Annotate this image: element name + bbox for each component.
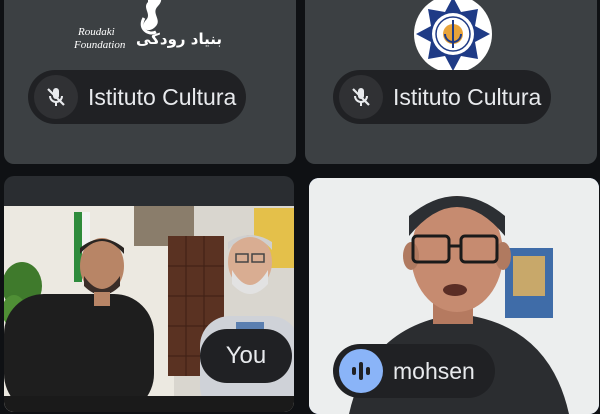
- participant-name: You: [225, 342, 267, 369]
- participant-name-chip: Istituto Cultura: [28, 70, 246, 124]
- participant-name-chip: Istituto Cultura: [333, 70, 551, 124]
- participant-tile-istituto-2[interactable]: Istituto Cultura: [305, 0, 597, 164]
- roudaki-foundation-logo: Roudaki Foundation بنیاد رودکی: [74, 0, 222, 51]
- speaking-indicator-icon: [339, 349, 383, 393]
- star-seal-logo: [414, 0, 492, 73]
- logo-latin-line1: Roudaki: [77, 26, 115, 38]
- mic-off-icon: [34, 75, 78, 119]
- participant-name-chip-mohsen: mohsen: [333, 344, 495, 398]
- participant-tile-you[interactable]: You: [4, 176, 294, 412]
- logo-latin-line2: Foundation: [74, 39, 126, 51]
- participant-tile-istituto-1[interactable]: Roudaki Foundation بنیاد رودکی Istituto …: [4, 0, 296, 164]
- participant-name-chip-you: You: [200, 329, 292, 383]
- participant-name: mohsen: [393, 357, 475, 384]
- mic-off-icon: [339, 75, 383, 119]
- logo-persian-text: بنیاد رودکی: [136, 30, 222, 48]
- participant-tile-mohsen[interactable]: mohsen: [309, 178, 599, 414]
- participant-name: Istituto Cultura: [393, 83, 542, 110]
- participant-name: Istituto Cultura: [88, 83, 237, 110]
